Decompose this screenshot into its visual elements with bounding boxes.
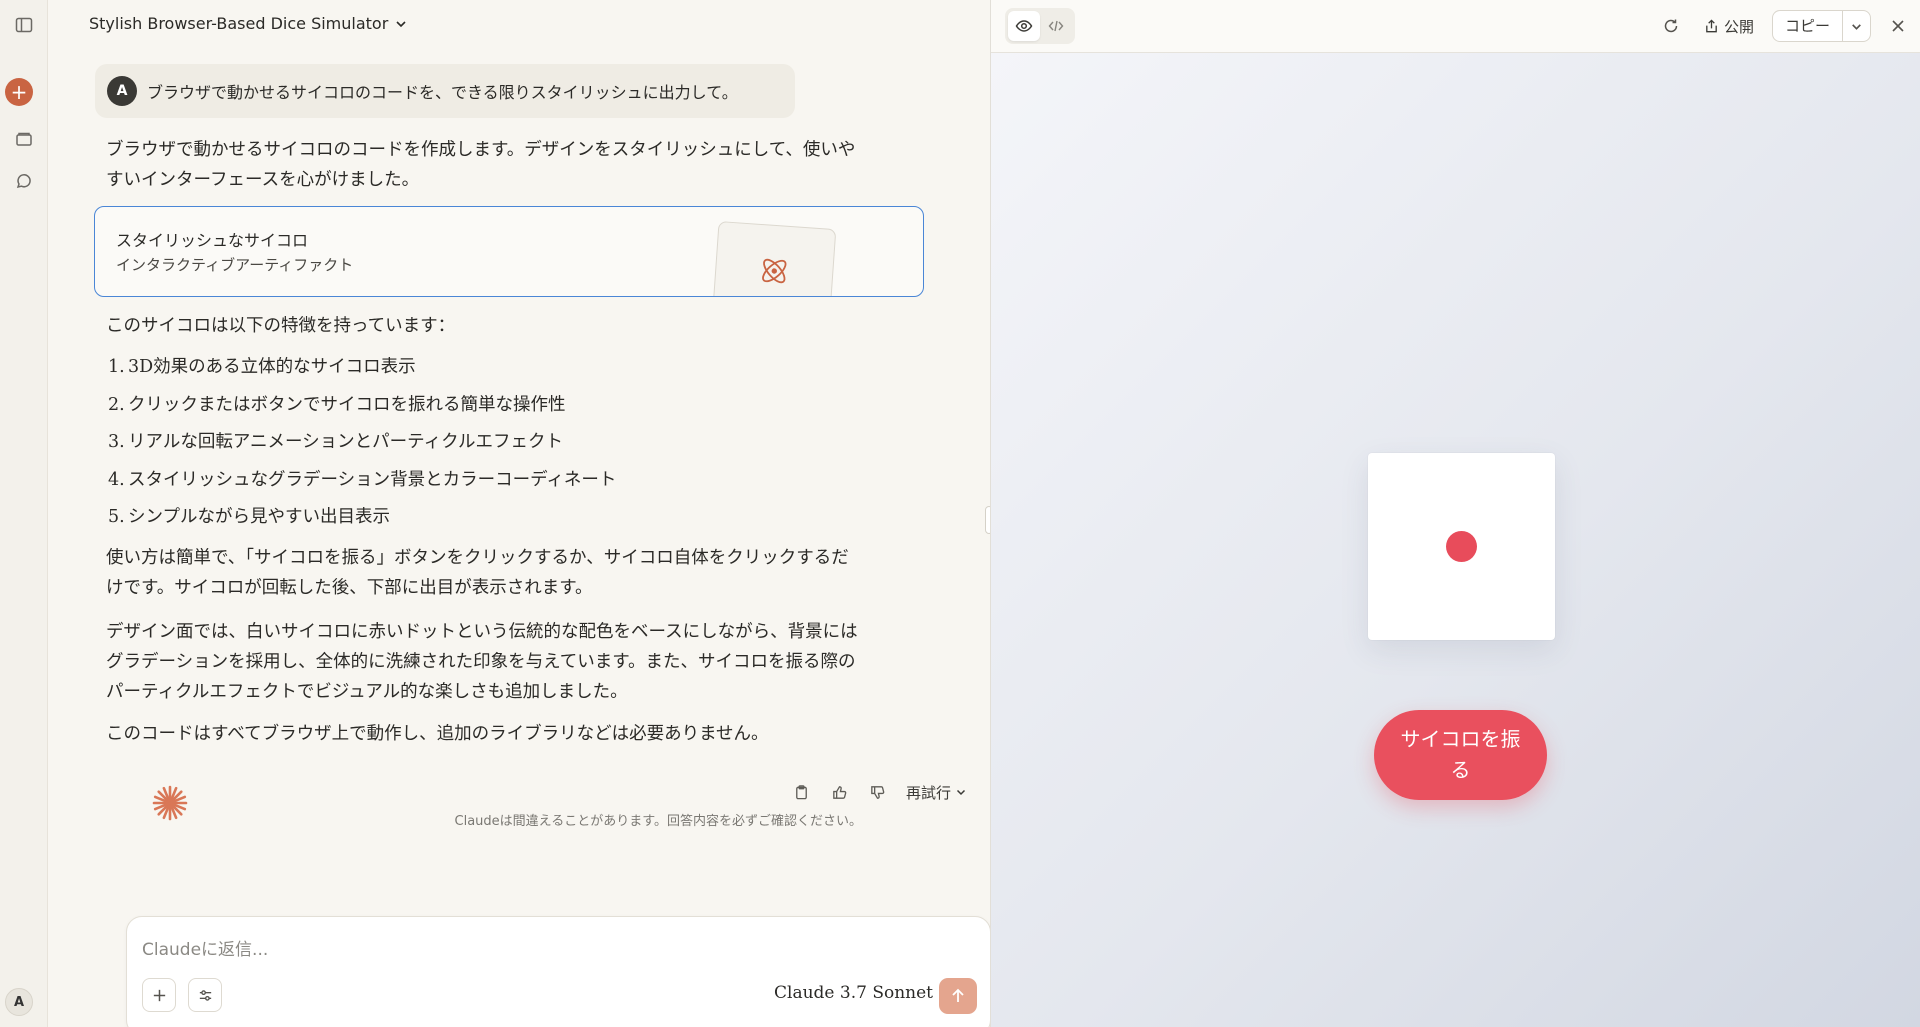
send-button[interactable] xyxy=(939,978,977,1014)
eye-icon xyxy=(1015,20,1033,32)
user-message: A ブラウザで動かせるサイコロのコードを、できる限りスタイリッシュに出力して。 xyxy=(95,64,795,118)
artifact-thumbnail xyxy=(711,221,837,296)
copy-options-button[interactable] xyxy=(1842,11,1870,41)
toolbar-actions: 公開 コピー xyxy=(1656,9,1920,43)
user-avatar: A xyxy=(107,76,137,106)
list-item: 3. リアルな回転アニメーションとパーティクルエフェクト xyxy=(108,432,564,452)
copy-button-group: コピー xyxy=(1771,10,1871,42)
chat-panel: Stylish Browser-Based Dice Simulator A ブ… xyxy=(48,0,991,1027)
publish-button[interactable]: 公開 xyxy=(1704,16,1754,37)
sliders-icon xyxy=(199,989,211,1001)
dice-pip xyxy=(1446,531,1477,562)
composer: Claude 3.7 Sonnet xyxy=(126,916,991,1027)
reply-line: けです。サイコロが回転した後、下部に出目が表示されます。 xyxy=(106,578,593,598)
user-avatar[interactable]: A xyxy=(5,988,33,1016)
artifact-card[interactable]: スタイリッシュなサイコロ インタラクティブアーティファクト xyxy=(94,206,924,297)
plus-icon xyxy=(153,989,165,1001)
features-heading: このサイコロは以下の特徴を持っています： xyxy=(106,316,456,336)
thumbs-down-icon[interactable] xyxy=(862,780,892,804)
projects-icon[interactable] xyxy=(8,123,40,155)
left-rail: + A xyxy=(0,0,48,1027)
reply-line: 使い方は簡単で、「サイコロを振る」ボタンをクリックするか、サイコロ自体をクリック… xyxy=(106,548,849,568)
reply-line: すいインターフェースを心がけました。 xyxy=(106,170,420,190)
chevron-down-icon xyxy=(396,20,406,27)
reply-design: デザイン面では、白いサイコロに赤いドットという伝統的な配色をベースにしながら、背… xyxy=(106,617,906,707)
view-toggle xyxy=(1005,8,1075,44)
list-item: 1. 3D効果のある立体的なサイコロ表示 xyxy=(108,357,416,377)
add-attachment-button[interactable] xyxy=(142,978,176,1012)
reply-closing: このコードはすべてブラウザ上で動作し、追加のライブラリなどは必要ありません。 xyxy=(106,724,769,744)
reply-line: デザイン面では、白いサイコロに赤いドットという伝統的な配色をベースにしながら、背… xyxy=(106,622,858,642)
reply-input[interactable] xyxy=(142,937,942,963)
reply-line: パーティクルエフェクトでビジュアル的な楽しさも追加しました。 xyxy=(106,682,628,702)
message-actions: 再試行 xyxy=(786,780,967,804)
artifact-card-subtitle: インタラクティブアーティファクト xyxy=(116,256,354,274)
chevron-down-icon xyxy=(1852,23,1861,30)
arrow-up-icon xyxy=(952,988,964,1002)
claude-spark-icon xyxy=(152,785,188,821)
new-chat-button[interactable]: + xyxy=(5,78,33,106)
copy-button[interactable]: コピー xyxy=(1773,11,1842,41)
artifact-preview: サイコロを振る xyxy=(991,53,1920,1027)
reply-usage: 使い方は簡単で、「サイコロを振る」ボタンをクリックするか、サイコロ自体をクリック… xyxy=(106,543,906,603)
chat-title-menu[interactable]: Stylish Browser-Based Dice Simulator xyxy=(89,14,408,33)
code-icon xyxy=(1048,20,1064,32)
chat-title: Stylish Browser-Based Dice Simulator xyxy=(89,14,389,33)
retry-button[interactable]: 再試行 xyxy=(906,782,967,803)
artifact-toolbar: 公開 コピー xyxy=(991,0,1920,53)
refresh-icon[interactable] xyxy=(1656,11,1686,41)
reply-line: グラデーションを採用し、全体的に洗練された印象を与えています。また、サイコロを振… xyxy=(106,652,856,672)
chats-icon[interactable] xyxy=(8,166,40,198)
roll-dice-button[interactable]: サイコロを振る xyxy=(1374,710,1547,800)
list-item: 2. クリックまたはボタンでサイコロを振れる簡単な操作性 xyxy=(108,394,566,415)
artifact-card-title: スタイリッシュなサイコロ xyxy=(116,231,309,250)
artifact-panel: 公開 コピー サイコロを振る xyxy=(990,0,1920,1027)
share-icon xyxy=(1706,18,1717,32)
list-item: 5. シンプルながら見やすい出目表示 xyxy=(108,507,390,527)
thumbs-up-icon[interactable] xyxy=(824,780,854,804)
model-selector[interactable]: Claude 3.7 Sonnet xyxy=(774,983,949,1003)
copy-message-icon[interactable] xyxy=(786,780,816,804)
atom-icon xyxy=(762,258,787,284)
reply-line: ブラウザで動かせるサイコロのコードを作成します。デザインをスタイリッシュにして、… xyxy=(106,140,856,160)
user-message-text: ブラウザで動かせるサイコロのコードを、できる限りスタイリッシュに出力して。 xyxy=(147,83,738,102)
dice[interactable] xyxy=(1368,453,1555,640)
features-list: 1. 3D効果のある立体的なサイコロ表示 2. クリックまたはボタンでサイコロを振れ… xyxy=(106,349,616,537)
sidebar-toggle-icon[interactable] xyxy=(8,9,40,41)
code-tab[interactable] xyxy=(1040,11,1072,41)
preview-tab[interactable] xyxy=(1008,11,1040,41)
tools-button[interactable] xyxy=(188,978,222,1012)
disclaimer-text: Claudeは間違えることがあります。回答内容を必ずご確認ください。 xyxy=(454,814,862,829)
close-icon[interactable] xyxy=(1883,11,1913,41)
chevron-down-icon xyxy=(956,789,966,796)
reply-intro: ブラウザで動かせるサイコロのコードを作成します。デザインをスタイリッシュにして、… xyxy=(106,135,906,195)
list-item: 4. スタイリッシュなグラデーション背景とカラーコーディネート xyxy=(108,469,617,490)
